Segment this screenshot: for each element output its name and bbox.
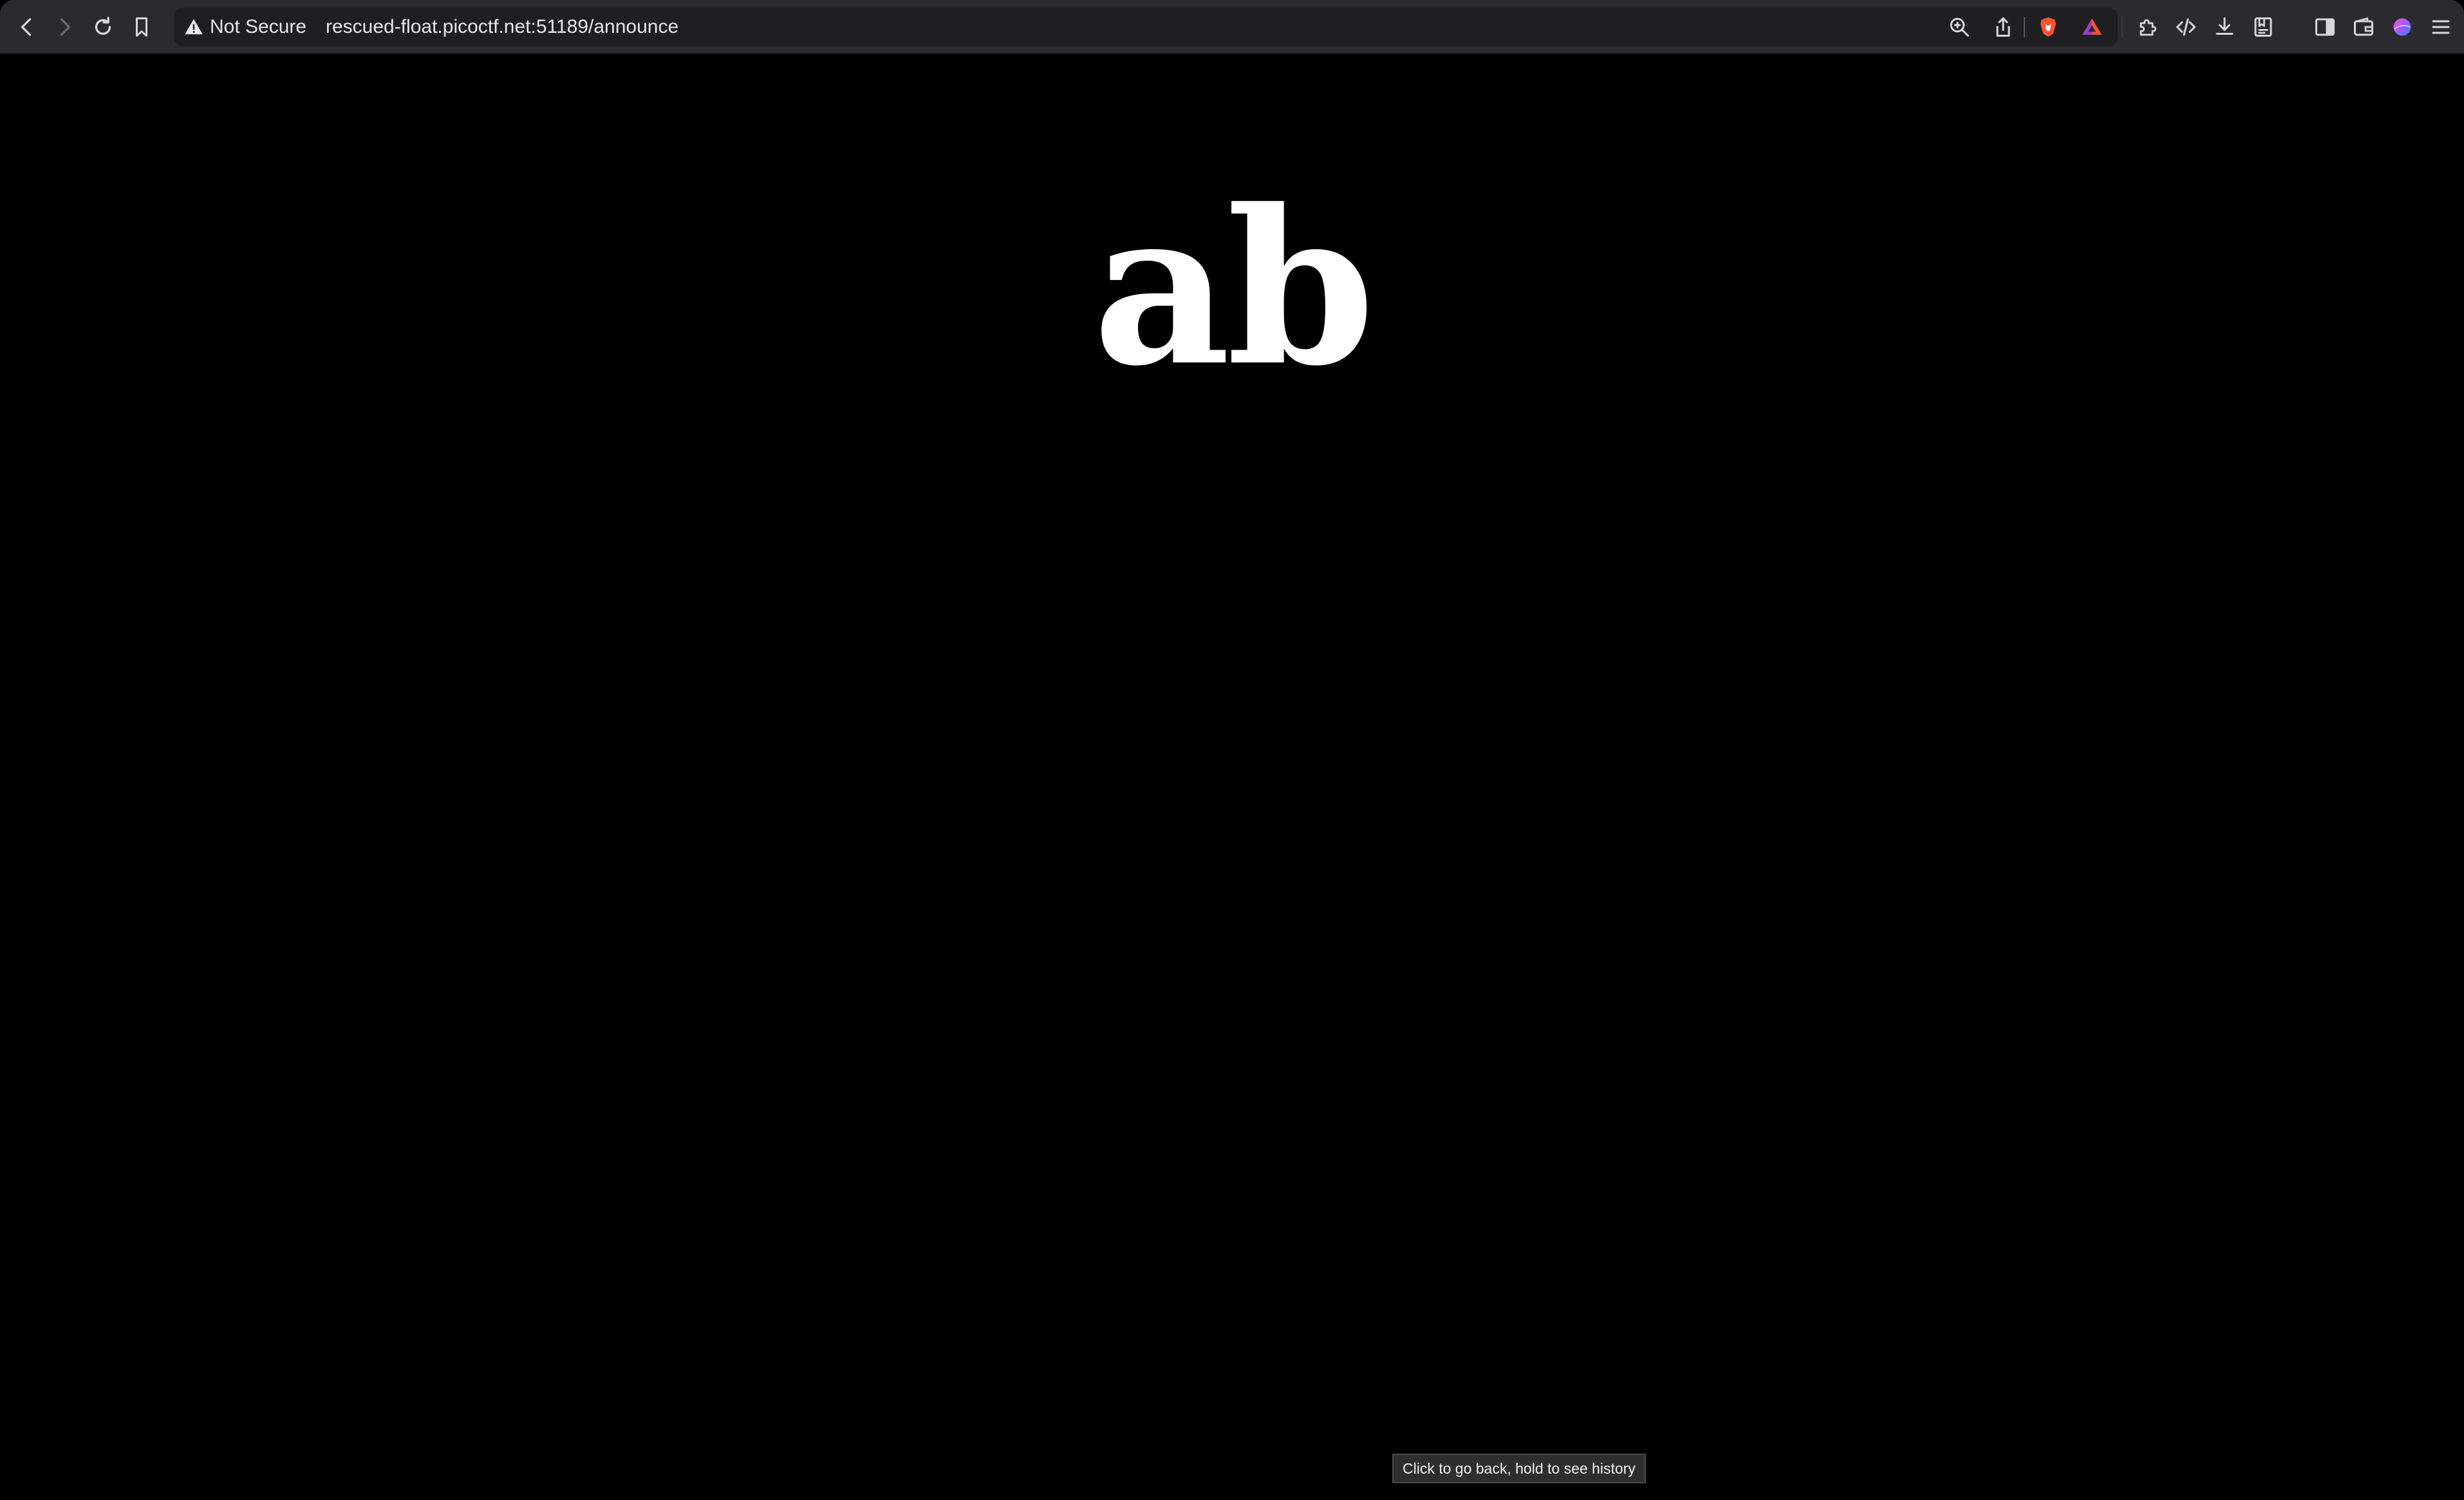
- warning-triangle-icon: [185, 19, 203, 35]
- forward-button[interactable]: [46, 9, 82, 45]
- reload-icon: [95, 17, 111, 35]
- sidebar-button[interactable]: [2307, 9, 2343, 45]
- extensions-button[interactable]: [2131, 9, 2167, 45]
- security-label: Not Secure: [210, 16, 307, 37]
- reload-button[interactable]: [85, 9, 121, 45]
- brave-shields-button[interactable]: [2030, 9, 2066, 45]
- reading-list-button[interactable]: [2245, 9, 2281, 45]
- security-indicator[interactable]: Not Secure: [184, 8, 306, 46]
- chevron-left-icon: [21, 18, 32, 36]
- url-text[interactable]: rescued-float.picoctf.net:51189/announce: [326, 8, 678, 46]
- page-heading: ab: [1092, 163, 1376, 413]
- share-icon: [1996, 17, 2010, 37]
- zoom-button[interactable]: [1941, 9, 1977, 45]
- triangle-rewards-icon: [2082, 18, 2102, 35]
- downloads-button[interactable]: [2207, 9, 2243, 45]
- brave-lion-icon: [2040, 17, 2056, 37]
- download-icon: [2216, 17, 2234, 35]
- hamburger-menu-icon: [2432, 20, 2450, 34]
- zoom-icon: [1950, 17, 1969, 37]
- browser-window: Not Secure rescued-float.picoctf.net:511…: [0, 0, 2464, 1500]
- toolbar-divider: [2024, 17, 2025, 37]
- share-button[interactable]: [1985, 9, 2021, 45]
- sidebar-icon: [2315, 18, 2335, 36]
- menu-button[interactable]: [2423, 9, 2459, 45]
- bookmark-button[interactable]: [124, 9, 160, 45]
- dev-tools-button[interactable]: [2168, 9, 2204, 45]
- address-bar[interactable]: Not Secure rescued-float.picoctf.net:511…: [174, 8, 2118, 46]
- toolbar-divider: [2122, 15, 2123, 39]
- code-icon: [2176, 18, 2196, 36]
- reading-list-icon: [2254, 17, 2272, 37]
- profile-avatar-icon: [2393, 18, 2411, 36]
- back-button[interactable]: [9, 9, 45, 45]
- wallet-button[interactable]: [2346, 9, 2382, 45]
- brave-rewards-button[interactable]: [2074, 9, 2110, 45]
- browser-toolbar: Not Secure rescued-float.picoctf.net:511…: [0, 0, 2464, 54]
- chevron-right-icon: [60, 18, 71, 36]
- bookmark-icon: [136, 17, 147, 37]
- puzzle-icon: [2140, 19, 2156, 36]
- page-content: ab: [0, 54, 2464, 1500]
- profile-button[interactable]: [2384, 9, 2420, 45]
- wallet-icon: [2354, 17, 2373, 36]
- back-button-tooltip: Click to go back, hold to see history: [1392, 1454, 1646, 1483]
